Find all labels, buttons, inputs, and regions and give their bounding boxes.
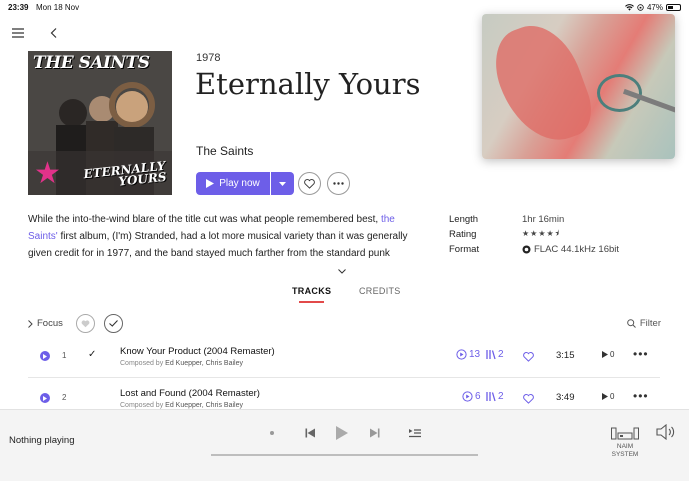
play-track-icon[interactable] — [40, 393, 50, 403]
quality-icon — [522, 245, 531, 254]
radio-icon — [462, 391, 473, 402]
track-title[interactable]: Know Your Product (2004 Remaster) — [120, 346, 275, 357]
status-right: 47% — [625, 3, 681, 12]
track-versions[interactable]: 2 — [486, 349, 504, 360]
chevron-down-icon — [279, 181, 286, 186]
now-playing-status: Nothing playing — [9, 435, 75, 446]
search-icon — [627, 319, 636, 328]
more-options-button[interactable] — [327, 172, 350, 195]
previous-icon[interactable] — [301, 424, 319, 442]
status-time: 23:39 — [8, 3, 29, 12]
record-icon[interactable] — [263, 424, 281, 442]
play-now-label: Play now — [219, 178, 260, 189]
track-duration: 3:15 — [556, 350, 575, 361]
back-icon[interactable] — [45, 24, 63, 42]
output-device-button[interactable]: NAIM SYSTEM — [608, 426, 642, 459]
tab-credits[interactable]: CREDITS — [359, 286, 401, 296]
play-count-icon — [602, 393, 608, 400]
album-title: Eternally Yours — [195, 67, 421, 101]
play-icon — [206, 179, 215, 188]
filter-button[interactable]: Filter — [627, 318, 661, 329]
battery-icon — [666, 4, 681, 11]
track-plays: 0 — [602, 350, 614, 359]
versions-icon — [486, 350, 496, 360]
focus-label: Focus — [37, 318, 63, 329]
length-label: Length — [449, 214, 479, 225]
wifi-icon — [625, 4, 634, 11]
menu-icon[interactable] — [9, 24, 27, 42]
focus-library-button[interactable] — [104, 314, 123, 333]
track-composer: Composed by Ed Kuepper, Chris Bailey — [120, 360, 243, 367]
in-library-check-icon: ✓ — [88, 349, 97, 360]
track-more-icon[interactable]: ••• — [633, 347, 649, 361]
play-options-button[interactable] — [271, 172, 294, 195]
track-row[interactable]: 1 ✓ Know Your Product (2004 Remaster) Co… — [28, 338, 660, 378]
album-review: While the into-the-wind blare of the tit… — [28, 214, 408, 259]
format-label: Format — [449, 244, 480, 255]
player-bar: Nothing playing NAIM SYSTEM — [0, 409, 689, 481]
heart-icon — [304, 178, 315, 189]
filter-label: Filter — [639, 318, 661, 329]
album-meta: Length 1hr 16min Rating ★★★★⯨ Format FLA… — [449, 212, 619, 257]
play-pause-icon[interactable] — [333, 424, 351, 442]
versions-icon — [486, 392, 496, 402]
tab-tracks[interactable]: TRACKS — [292, 286, 331, 303]
chevron-right-icon — [28, 319, 33, 328]
album-artist[interactable]: The Saints — [196, 144, 253, 158]
length-value: 1hr 16min — [522, 214, 565, 225]
track-radio[interactable]: 13 — [456, 349, 480, 360]
rating-label: Rating — [449, 229, 477, 240]
status-bar: 23:39 Mon 18 Nov 47% — [0, 0, 689, 14]
album-cover[interactable]: THE SAINTS ETERNALLY YOURS ★ — [28, 51, 172, 195]
star-icon: ★ — [34, 157, 61, 190]
speaker-system-icon — [611, 427, 639, 440]
status-date: Mon 18 Nov — [36, 3, 80, 12]
track-composer: Composed by Ed Kuepper, Chris Bailey — [120, 402, 243, 409]
progress-bar[interactable] — [211, 454, 478, 456]
album-year: 1978 — [196, 52, 221, 64]
more-icon — [333, 182, 344, 185]
queue-icon[interactable] — [406, 424, 424, 442]
focus-row: Focus Filter — [0, 314, 689, 334]
play-track-icon[interactable] — [40, 351, 50, 361]
favorite-button[interactable] — [298, 172, 321, 195]
heart-icon[interactable] — [523, 349, 534, 367]
track-plays: 0 — [602, 392, 614, 401]
play-now-button[interactable]: Play now — [196, 172, 270, 195]
track-radio[interactable]: 6 — [462, 391, 481, 402]
format-value: FLAC 44.1kHz 16bit — [522, 244, 619, 255]
track-more-icon[interactable]: ••• — [633, 389, 649, 403]
tab-bar: TRACKS CREDITS — [0, 286, 689, 306]
battery-percent: 47% — [646, 3, 663, 12]
track-number: 2 — [62, 393, 67, 402]
track-number: 1 — [62, 351, 67, 360]
track-title[interactable]: Lost and Found (2004 Remaster) — [120, 388, 260, 399]
heart-icon[interactable] — [523, 391, 534, 409]
check-icon — [109, 320, 118, 327]
focus-favorites-button[interactable] — [76, 314, 95, 333]
radio-icon — [456, 349, 467, 360]
track-duration: 3:49 — [556, 392, 575, 403]
track-versions[interactable]: 2 — [486, 391, 504, 402]
orientation-lock-icon — [637, 4, 644, 11]
heart-icon — [81, 319, 90, 327]
focus-toggle[interactable]: Focus — [28, 318, 63, 329]
play-count-icon — [602, 351, 608, 358]
volume-icon[interactable] — [656, 423, 678, 442]
next-icon[interactable] — [366, 424, 384, 442]
play-group: Play now — [196, 172, 294, 195]
cover-title-text: THE SAINTS — [33, 53, 150, 73]
rating-stars: ★★★★⯨ — [522, 228, 560, 238]
video-picture-in-picture[interactable] — [482, 14, 675, 159]
expand-review-icon[interactable] — [338, 261, 348, 274]
